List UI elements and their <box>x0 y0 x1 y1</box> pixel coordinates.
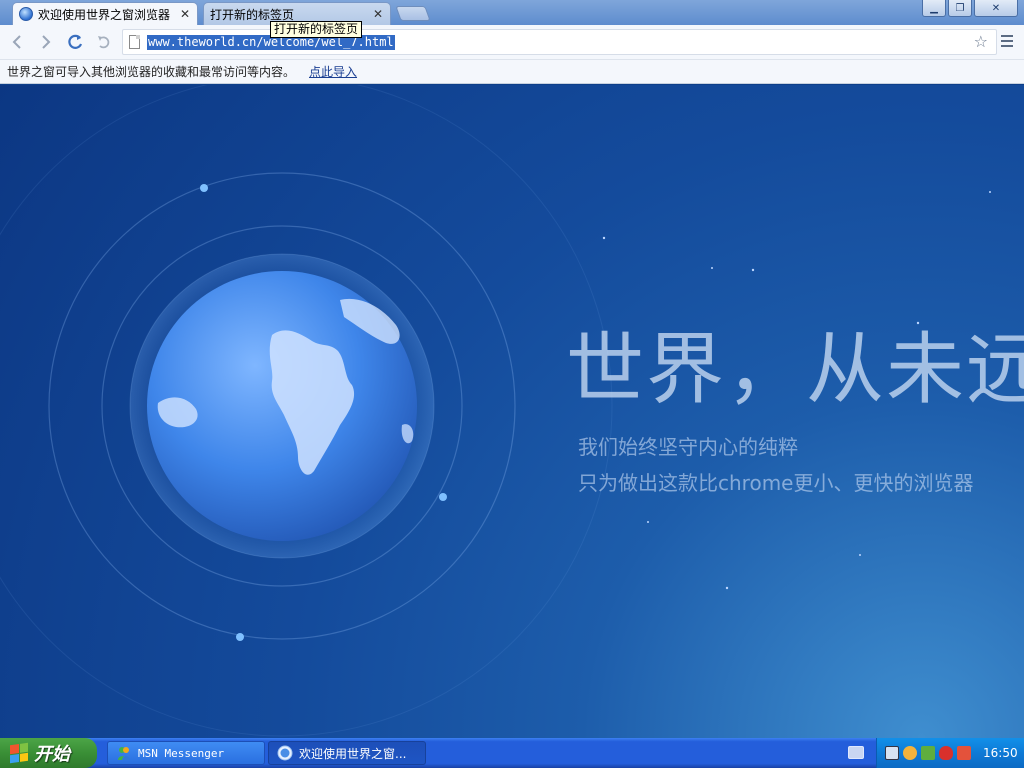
reload-button[interactable] <box>66 33 84 51</box>
welcome-page: 世界，从未远去 我们始终坚守内心的纯粹 只为做出这款比chrome更小、更快的浏… <box>0 85 1024 738</box>
speaker-icon[interactable] <box>903 746 917 760</box>
chevron-right-icon <box>42 35 51 49</box>
tab-label: 欢迎使用世界之窗浏览器 <box>38 7 171 22</box>
vm-icon[interactable] <box>885 746 899 760</box>
navigation-toolbar: www.theworld.cn/welcome/wel_7.html ☆ <box>0 25 1024 60</box>
window-controls: ▁ ❐ ✕ <box>920 0 1018 17</box>
safely-remove-icon[interactable] <box>957 746 971 760</box>
tab-welcome[interactable]: 欢迎使用世界之窗浏览器 ✕ <box>12 2 198 25</box>
taskbar-item-theworld[interactable]: 欢迎使用世界之窗... <box>268 741 426 765</box>
close-tab-icon[interactable]: ✕ <box>372 7 384 21</box>
tooltip: 打开新的标签页 <box>270 21 363 38</box>
undo-close-tab-button[interactable] <box>95 33 113 51</box>
theworld-browser-icon <box>277 745 293 761</box>
orbit-dot <box>200 184 208 192</box>
msn-icon <box>118 747 130 760</box>
orbit-dot <box>236 633 244 641</box>
network-icon[interactable] <box>921 746 935 760</box>
chevron-left-icon <box>12 35 21 49</box>
import-infobar: 世界之窗可导入其他浏览器的收藏和最常访问等内容。 点此导入 <box>0 60 1024 84</box>
keyboard-icon[interactable] <box>848 746 864 759</box>
task-label: 欢迎使用世界之窗... <box>299 746 407 761</box>
import-link[interactable]: 点此导入 <box>309 63 357 80</box>
system-tray: 16:50 <box>876 738 1024 768</box>
hero-headline: 世界，从未远去 <box>566 325 1024 415</box>
security-shield-icon[interactable] <box>939 746 953 760</box>
reload-icon <box>68 34 83 49</box>
start-button[interactable]: 开始 <box>0 738 97 768</box>
orbit-dot <box>439 493 447 501</box>
theworld-browser-icon <box>19 7 33 21</box>
new-tab-button[interactable] <box>395 6 431 21</box>
hero-tagline-1: 我们始终坚守内心的纯粹 <box>578 435 798 459</box>
close-window-icon[interactable]: ✕ <box>974 0 1018 17</box>
taskbar: 开始 MSN Messenger 欢迎使用世界之窗... 16:50 <box>0 738 1024 768</box>
tab-strip: 欢迎使用世界之窗浏览器 ✕ 打开新的标签页 ✕ ▁ ❐ ✕ <box>0 0 1024 25</box>
forward-button[interactable] <box>37 33 55 51</box>
clock: 16:50 <box>983 746 1018 760</box>
windows-logo-icon <box>10 742 28 764</box>
infobar-text: 世界之窗可导入其他浏览器的收藏和最常访问等内容。 <box>7 65 296 79</box>
hamburger-menu-icon[interactable] <box>1000 34 1014 48</box>
close-tab-icon[interactable]: ✕ <box>179 7 191 21</box>
undo-close-tab-icon <box>98 36 110 49</box>
minimize-icon[interactable]: ▁ <box>922 0 946 17</box>
back-button[interactable] <box>8 33 26 51</box>
restore-icon[interactable]: ❐ <box>948 0 972 17</box>
taskbar-item-msn[interactable]: MSN Messenger <box>107 741 265 765</box>
address-bar[interactable]: www.theworld.cn/welcome/wel_7.html ☆ <box>122 29 997 55</box>
star-icon[interactable]: ☆ <box>974 32 988 51</box>
page-icon <box>129 35 140 49</box>
start-label: 开始 <box>34 744 70 765</box>
task-label: MSN Messenger <box>138 746 225 760</box>
tab-label: 打开新的标签页 <box>210 7 295 22</box>
hero-tagline-2: 只为做出这款比chrome更小、更快的浏览器 <box>578 471 974 495</box>
